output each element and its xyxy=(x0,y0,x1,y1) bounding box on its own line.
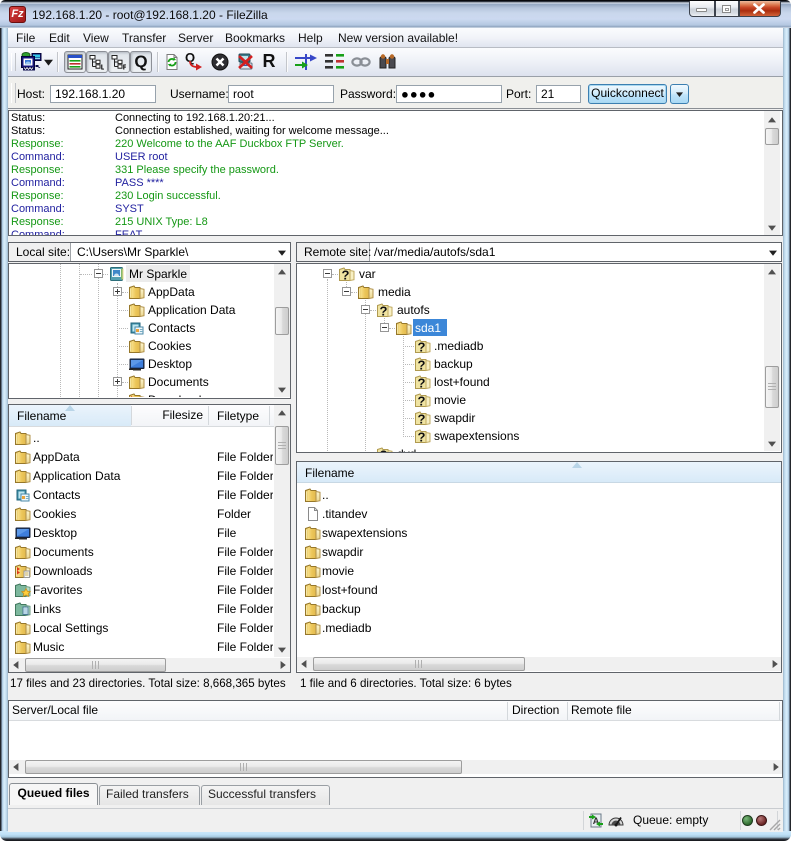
svg-text:F: F xyxy=(123,63,126,71)
svg-text:L: L xyxy=(101,63,104,71)
